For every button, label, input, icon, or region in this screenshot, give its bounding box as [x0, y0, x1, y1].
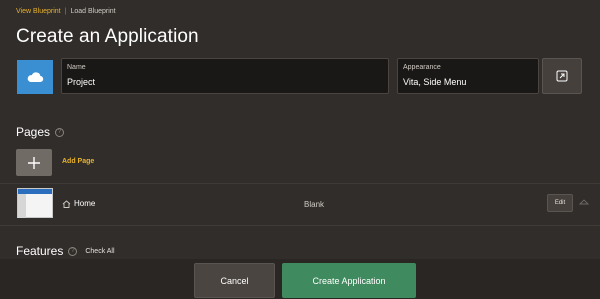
- page-type: Blank: [304, 200, 325, 209]
- edit-page-button[interactable]: Edit: [547, 194, 573, 212]
- thumbnail-sidebar: [18, 194, 26, 218]
- app-icon-button[interactable]: [17, 60, 53, 94]
- pages-title-label: Pages: [16, 125, 51, 139]
- check-all-link[interactable]: Check All: [85, 248, 114, 255]
- breadcrumb-current: Load Blueprint: [70, 8, 116, 15]
- pages-section-title: Pages ?: [16, 125, 65, 139]
- change-appearance-button[interactable]: [542, 58, 582, 94]
- create-application-button[interactable]: Create Application: [282, 263, 416, 298]
- cloud-icon: [27, 72, 44, 83]
- cancel-button[interactable]: Cancel: [194, 263, 275, 298]
- plus-icon: [28, 156, 40, 169]
- add-page-link[interactable]: Add Page: [62, 158, 94, 165]
- name-field-label: Name: [67, 64, 86, 71]
- home-icon: [62, 199, 71, 208]
- breadcrumb-separator: |: [64, 8, 67, 15]
- appearance-field-label: Appearance: [403, 64, 441, 71]
- features-section-title: Features ? Check All: [16, 244, 115, 258]
- appearance-field-value: Vita, Side Menu: [403, 77, 467, 87]
- page-name: Home: [62, 199, 95, 208]
- help-icon[interactable]: ?: [68, 246, 78, 256]
- page-row: Home Blank Edit: [0, 183, 600, 226]
- breadcrumb-view-blueprint[interactable]: View Blueprint: [16, 8, 61, 15]
- page-thumbnail: [17, 188, 53, 218]
- delete-icon[interactable]: [579, 198, 589, 207]
- open-dialog-icon: [556, 70, 568, 82]
- page-title: Create an Application: [16, 26, 199, 47]
- help-icon[interactable]: ?: [55, 127, 65, 137]
- add-page-button[interactable]: [16, 149, 52, 176]
- features-title-label: Features: [16, 244, 64, 258]
- appearance-field[interactable]: Appearance Vita, Side Menu: [397, 58, 539, 94]
- page-name-label: Home: [74, 199, 96, 208]
- name-field-value[interactable]: Project: [67, 77, 95, 87]
- name-field[interactable]: Name Project: [61, 58, 389, 94]
- breadcrumb: View Blueprint | Load Blueprint: [16, 8, 116, 15]
